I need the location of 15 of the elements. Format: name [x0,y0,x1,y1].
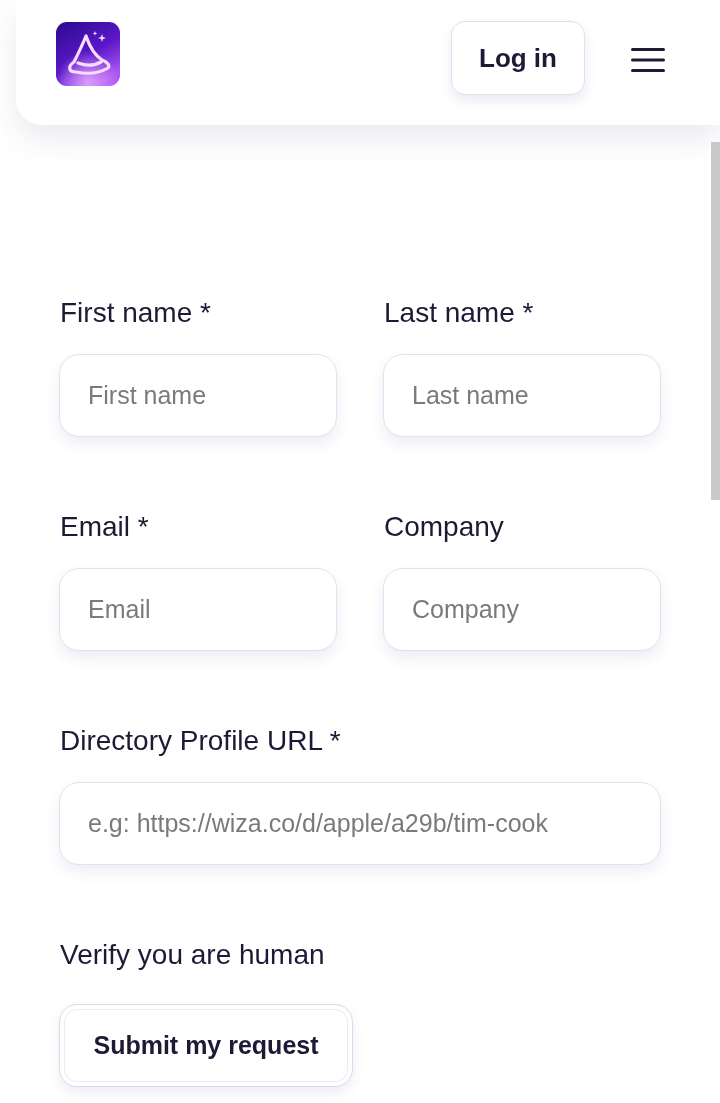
input-field[interactable]: First name [59,354,337,437]
field-label: First name * [60,296,212,330]
submit-button[interactable]: Submit my request [59,1004,353,1087]
menu-icon[interactable] [631,48,665,72]
verify-label: Verify you are human [60,938,326,972]
scrollbar-thumb[interactable] [711,142,720,500]
field-label: Directory Profile URL * [60,724,342,758]
input-field[interactable]: e.g: https://wiza.co/d/apple/a29b/tim-cook [59,782,661,865]
login-button[interactable]: Log in [451,21,585,95]
field-label: Last name * [384,296,535,330]
input-field[interactable]: Company [383,568,661,651]
field-label: Company [384,510,505,544]
input-field[interactable]: Last name [383,354,661,437]
field-label: Email * [60,510,150,544]
input-field[interactable]: Email [59,568,337,651]
